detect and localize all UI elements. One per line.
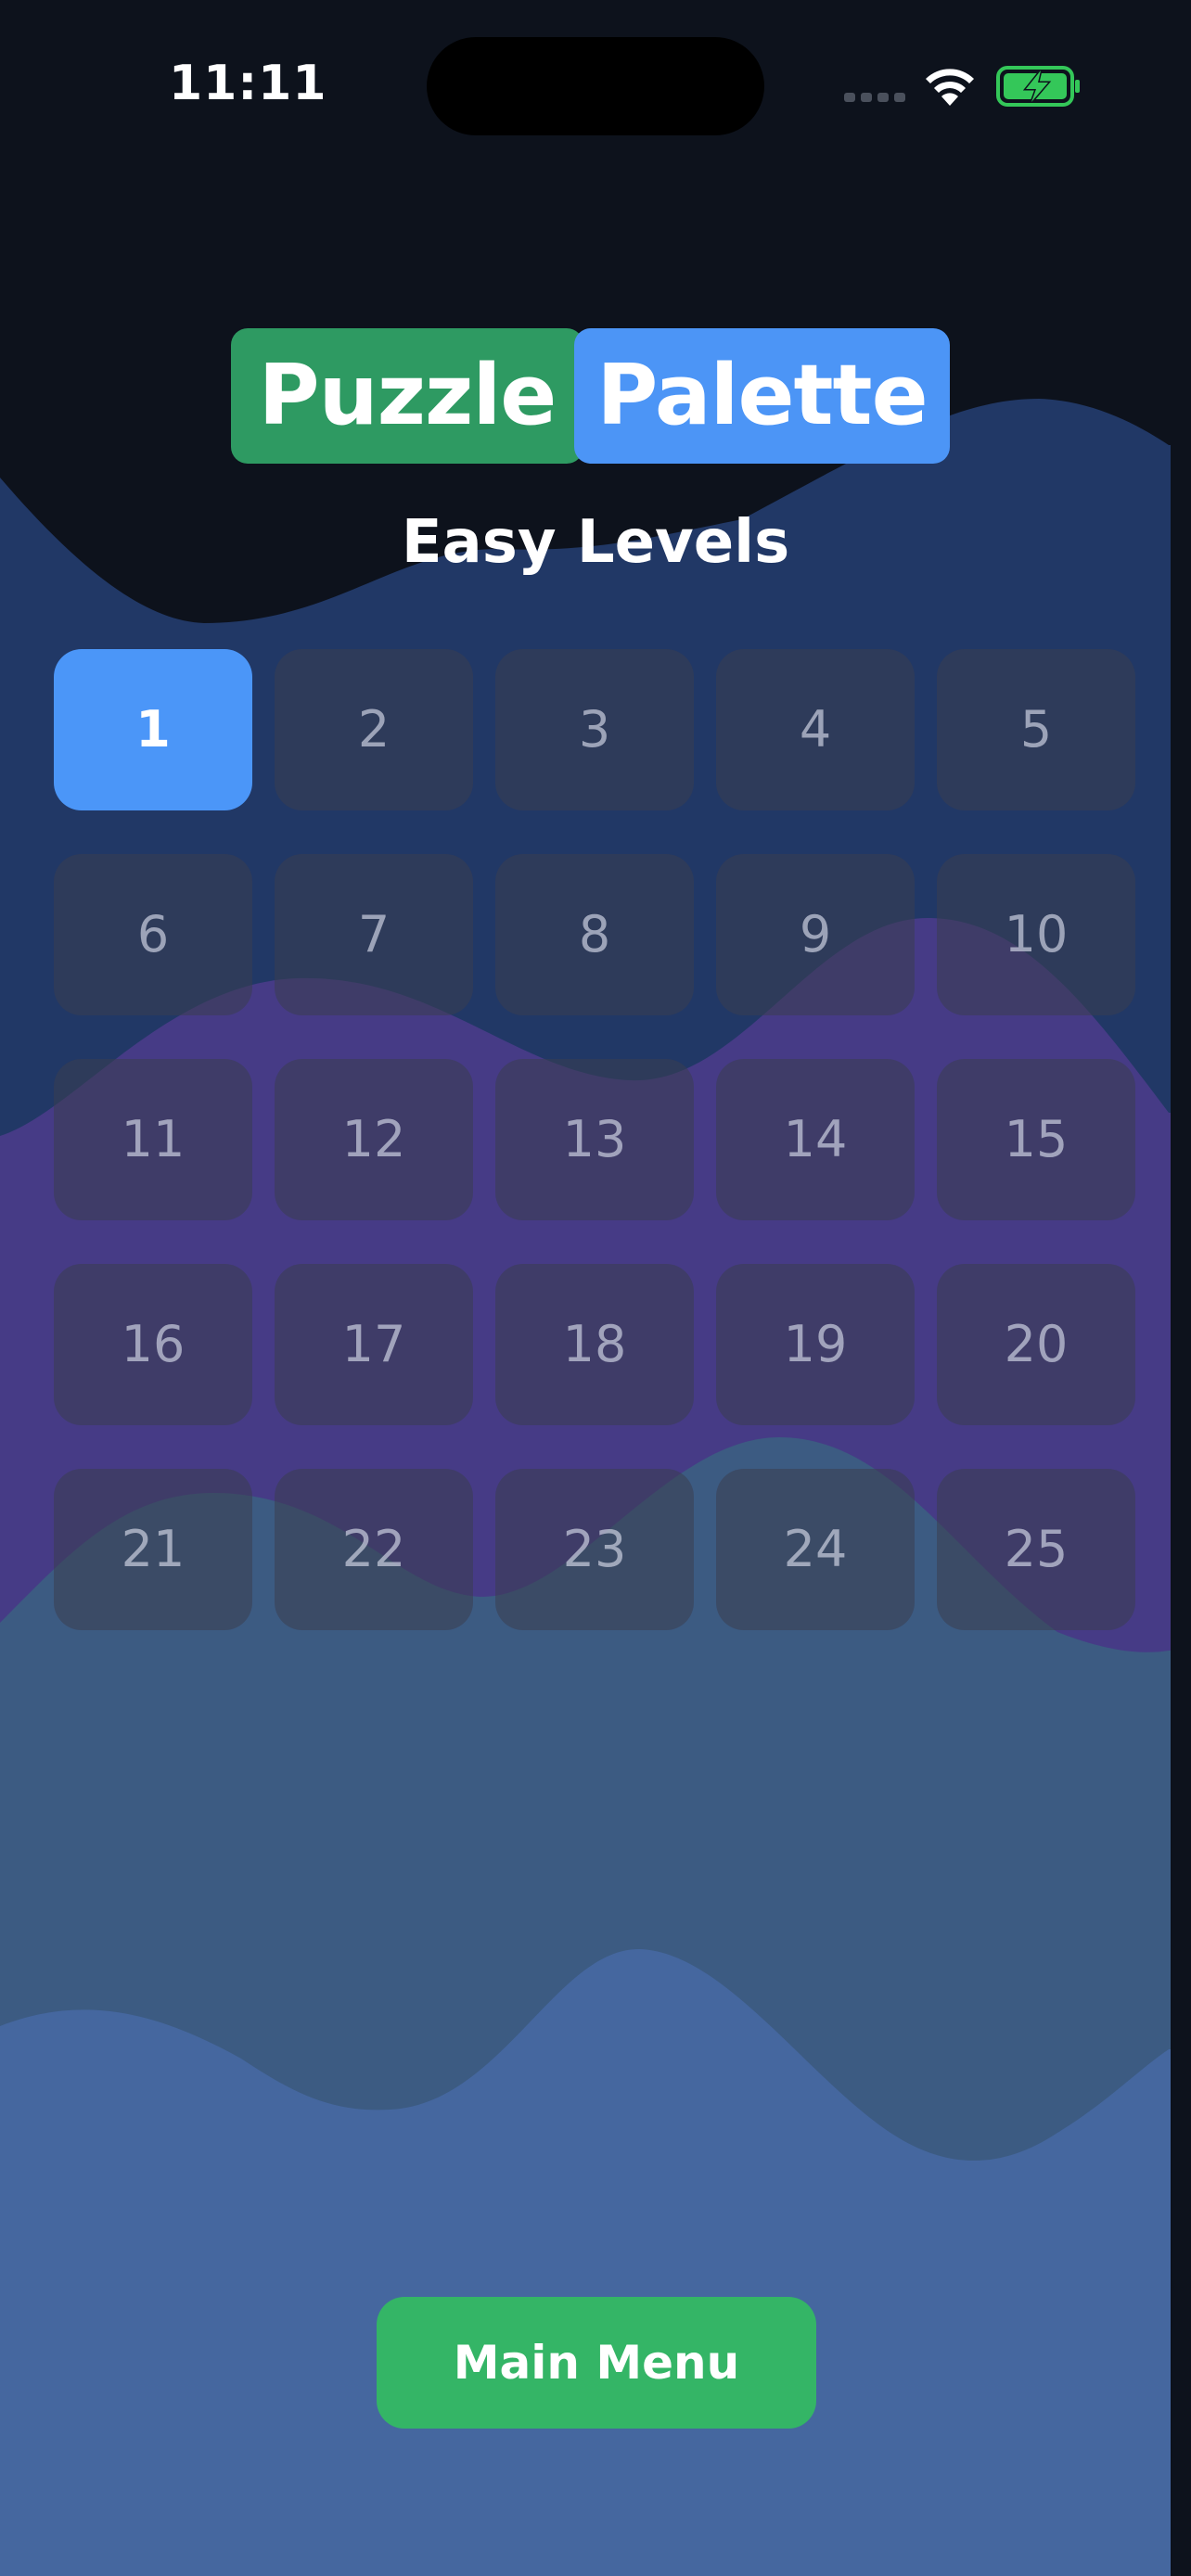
signal-dots-icon [844, 93, 905, 102]
title-palette: Palette [574, 328, 950, 464]
level-select-screen: 11:11 Puzzle Palette Easy Levels 1 2 3 4… [0, 0, 1191, 2576]
level-button-20[interactable]: 20 [937, 1264, 1135, 1425]
level-button-13[interactable]: 13 [495, 1059, 694, 1220]
level-button-19[interactable]: 19 [716, 1264, 915, 1425]
game-title: Puzzle Palette [0, 328, 1191, 464]
level-button-7[interactable]: 7 [275, 854, 473, 1015]
level-button-12[interactable]: 12 [275, 1059, 473, 1220]
level-button-22[interactable]: 22 [275, 1469, 473, 1630]
main-menu-button[interactable]: Main Menu [377, 2297, 816, 2429]
level-button-10[interactable]: 10 [937, 854, 1135, 1015]
title-puzzle: Puzzle [231, 328, 583, 464]
level-button-5[interactable]: 5 [937, 649, 1135, 810]
level-button-21[interactable]: 21 [54, 1469, 252, 1630]
level-button-24[interactable]: 24 [716, 1469, 915, 1630]
level-button-14[interactable]: 14 [716, 1059, 915, 1220]
difficulty-heading: Easy Levels [401, 508, 790, 577]
level-button-16[interactable]: 16 [54, 1264, 252, 1425]
level-button-25[interactable]: 25 [937, 1469, 1135, 1630]
level-button-18[interactable]: 18 [495, 1264, 694, 1425]
level-button-9[interactable]: 9 [716, 854, 915, 1015]
level-button-6[interactable]: 6 [54, 854, 252, 1015]
level-button-2[interactable]: 2 [275, 649, 473, 810]
level-button-8[interactable]: 8 [495, 854, 694, 1015]
battery-charging-icon [996, 66, 1080, 107]
level-button-4[interactable]: 4 [716, 649, 915, 810]
level-button-11[interactable]: 11 [54, 1059, 252, 1220]
level-button-1[interactable]: 1 [54, 649, 252, 810]
level-button-17[interactable]: 17 [275, 1264, 473, 1425]
wifi-icon [926, 69, 974, 106]
level-grid: 1 2 3 4 5 6 7 8 9 10 11 12 13 14 15 16 1… [54, 649, 1137, 1632]
dynamic-island [427, 37, 764, 135]
level-button-23[interactable]: 23 [495, 1469, 694, 1630]
status-bar: 11:11 [0, 0, 1191, 167]
level-button-3[interactable]: 3 [495, 649, 694, 810]
status-time: 11:11 [169, 56, 327, 111]
level-button-15[interactable]: 15 [937, 1059, 1135, 1220]
